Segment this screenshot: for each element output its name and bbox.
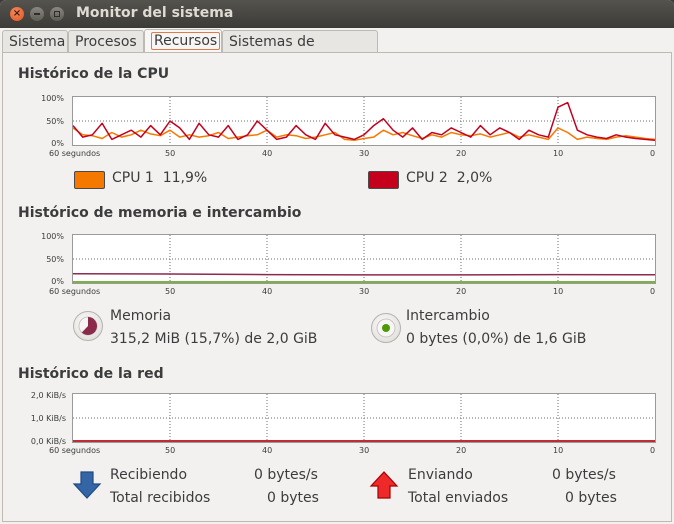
receiving-arrow-icon[interactable] [72, 470, 102, 504]
net-xtick: 40 [262, 446, 273, 455]
tab-sistema[interactable]: Sistema [2, 30, 68, 52]
mem-ytick-0: 0% [51, 277, 64, 286]
memory-history-title: Histórico de memoria e intercambio [18, 205, 302, 221]
tab-sistemas-de-archivos[interactable]: Sistemas de archivos [222, 30, 378, 72]
mem-ytick-100: 100% [41, 232, 64, 241]
mem-xtick: 30 [359, 287, 370, 296]
cpu-xtick: 10 [553, 149, 564, 158]
memory-value: 315,2 MiB (15,7%) de 2,0 GiB [110, 331, 318, 347]
title-bar[interactable]: × Monitor del sistema [0, 0, 674, 28]
cpu-ytick-50: 50% [46, 117, 64, 126]
tab-bar: Sistema Procesos Recursos Sistemas de ar… [0, 29, 674, 72]
cpu-plot [73, 97, 655, 145]
mem-xtick: 0 [650, 287, 656, 296]
total-received-label: Total recibidos [110, 490, 211, 506]
close-window-button[interactable]: × [10, 7, 24, 21]
system-monitor-window: × Monitor del sistema Sistema Procesos R… [0, 0, 674, 524]
tab-procesos[interactable]: Procesos [68, 30, 144, 52]
cpu-xtick: 40 [262, 149, 273, 158]
memory-label: Memoria [110, 308, 172, 324]
cpu-xtick: 20 [456, 149, 467, 158]
cpu-xtick: 50 [165, 149, 176, 158]
mem-xtick: 40 [262, 287, 273, 296]
receiving-label: Recibiendo [110, 467, 188, 483]
cpu-xtick: 30 [359, 149, 370, 158]
window-title: Monitor del sistema [76, 5, 234, 21]
sending-value: 0 bytes/s [552, 467, 616, 483]
mem-plot [73, 235, 655, 283]
net-ytick-1: 1,0 KiB/s [30, 414, 66, 423]
net-xtick: 10 [553, 446, 564, 455]
total-sent-value: 0 bytes [565, 490, 617, 506]
cpu1-color-swatch[interactable] [74, 171, 105, 189]
minimize-window-button[interactable] [30, 7, 44, 21]
cpu-history-title: Histórico de la CPU [18, 66, 170, 82]
net-xtick: 60 segundos [49, 446, 101, 455]
mem-ytick-50: 50% [46, 255, 64, 264]
net-xtick: 20 [456, 446, 467, 455]
cpu-xtick: 60 segundos [49, 149, 101, 158]
cpu-ytick-100: 100% [41, 94, 64, 103]
memory-pie-icon[interactable] [73, 311, 103, 341]
cpu-xtick: 0 [650, 149, 656, 158]
sending-label: Enviando [408, 467, 473, 483]
network-history-graph [72, 393, 656, 443]
mem-xtick: 10 [553, 287, 564, 296]
swap-value: 0 bytes (0,0%) de 1,6 GiB [406, 331, 587, 347]
swap-pie-icon[interactable] [371, 313, 401, 343]
mem-xtick: 60 segundos [49, 287, 101, 296]
net-plot [73, 394, 655, 442]
network-history-title: Histórico de la red [18, 366, 164, 382]
cpu-ytick-0: 0% [51, 139, 64, 148]
memory-history-graph [72, 234, 656, 284]
tab-recursos[interactable]: Recursos [144, 29, 222, 53]
net-xtick: 30 [359, 446, 370, 455]
maximize-window-button[interactable] [50, 7, 64, 21]
cpu1-legend: CPU 1 11,9% [112, 170, 208, 186]
mem-xtick: 50 [165, 287, 176, 296]
cpu2-legend: CPU 2 2,0% [406, 170, 493, 186]
cpu2-color-swatch[interactable] [368, 171, 399, 189]
net-ytick-0: 0,0 KiB/s [30, 437, 66, 446]
mem-series-memoria [73, 272, 655, 276]
net-xtick: 0 [650, 446, 656, 455]
cpu-history-graph [72, 96, 656, 146]
sending-arrow-icon[interactable] [369, 470, 399, 504]
receiving-value: 0 bytes/s [254, 467, 318, 483]
total-received-value: 0 bytes [267, 490, 319, 506]
mem-xtick: 20 [456, 287, 467, 296]
net-ytick-2: 2,0 KiB/s [30, 391, 66, 400]
total-sent-label: Total enviados [408, 490, 509, 506]
net-xtick: 50 [165, 446, 176, 455]
swap-label: Intercambio [406, 308, 490, 324]
